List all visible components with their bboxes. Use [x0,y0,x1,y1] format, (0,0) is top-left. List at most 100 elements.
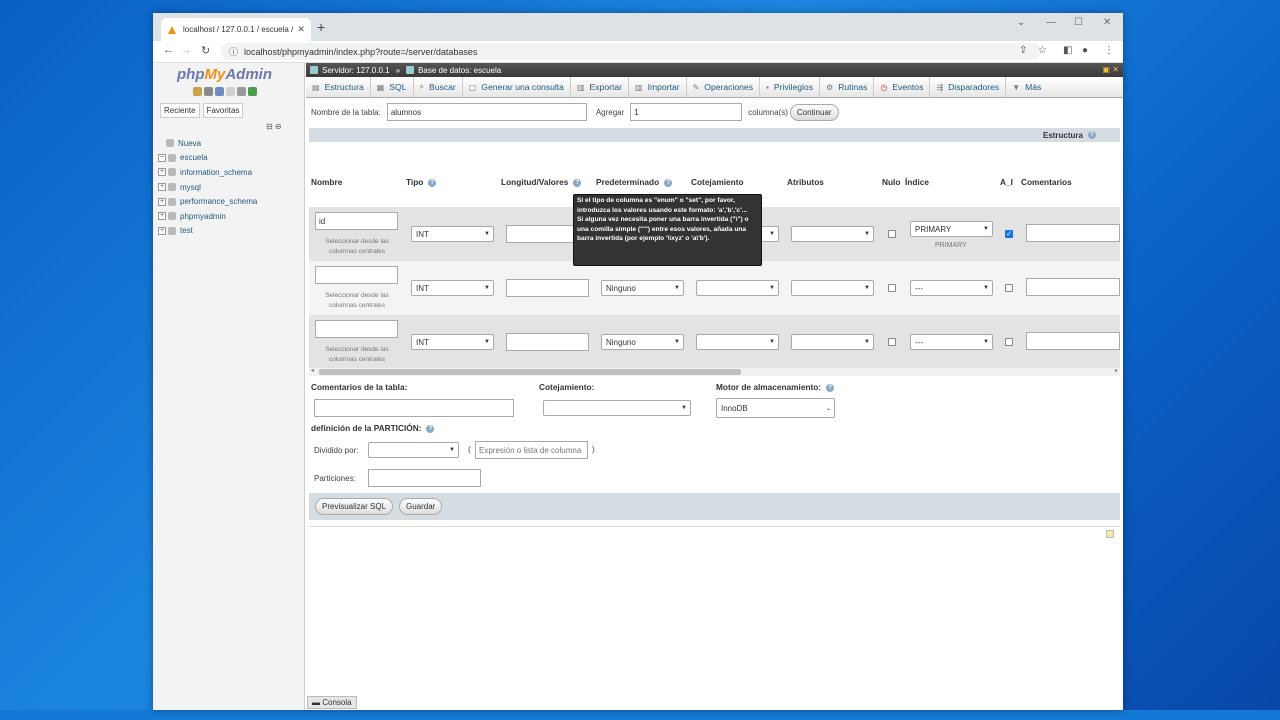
tab-routines[interactable]: ⚙ Rutinas [820,76,875,98]
home-icon[interactable] [193,87,202,96]
central-columns-link[interactable]: Seleccionar desde las columnas centrales [315,237,399,256]
partitions-input[interactable] [368,469,481,487]
preview-sql-button[interactable]: Previsualizar SQL [315,498,394,515]
side-panel-icon[interactable]: ◧ [1063,45,1072,56]
menu-icon[interactable]: ⋮ [1104,45,1114,56]
comments-input[interactable] [1026,224,1120,242]
index-select[interactable]: --- ▼ [910,334,993,350]
tree-item-new[interactable]: Nueva [166,136,257,151]
help-icon[interactable] [215,87,224,96]
share-icon[interactable]: ⇪ [1019,45,1027,56]
save-button[interactable]: Guardar [399,498,443,515]
collapse-all-icon[interactable]: ⊟ ⊖ [266,122,282,131]
tab-more[interactable]: ▼ Más [1006,77,1047,98]
auto-increment-checkbox[interactable] [1005,338,1013,346]
default-select[interactable]: Ninguno ▼ [601,334,684,350]
scroll-left-icon[interactable]: ◂ [311,367,314,374]
scrollbar-thumb[interactable] [319,369,741,375]
logout-icon[interactable] [204,87,213,96]
length-input[interactable] [506,279,589,297]
settings-icon[interactable] [237,87,246,96]
default-select[interactable]: Ninguno ▼ [601,280,684,296]
index-select[interactable]: --- ▼ [910,280,993,296]
reload-icon[interactable]: ↻ [201,44,210,57]
table-collation-select[interactable]: ▼ [543,400,691,416]
chevron-down-icon[interactable]: ⌄ [1017,17,1025,28]
type-select[interactable]: INT ▼ [411,226,494,242]
central-columns-link[interactable]: Seleccionar desde las columnas centrales [315,345,399,364]
attributes-select[interactable]: ▼ [791,280,874,296]
partition-expression-input[interactable]: Expresión o lista de columna [475,441,588,459]
tab-operations[interactable]: ✎ Operaciones [687,76,760,98]
horizontal-scrollbar[interactable]: ◂ ▸ [309,368,1120,376]
new-tab-icon[interactable]: + [317,19,325,35]
docs-icon[interactable] [226,87,235,96]
profile-icon[interactable]: ● [1082,45,1088,56]
comments-input[interactable] [1026,332,1120,350]
help-icon[interactable]: ? [826,383,835,392]
back-icon[interactable]: ← [163,44,174,56]
tab-query[interactable]: ▢ Generar una consulta [463,76,571,98]
reload-nav-icon[interactable] [248,87,257,96]
tree-item-performance-schema[interactable]: + performance_schema [158,194,257,209]
expand-icon[interactable]: + [158,168,166,177]
table-name-input[interactable]: alumnos [386,103,587,121]
index-select[interactable]: PRIMARY ▼ [910,221,993,237]
field-name-input[interactable] [315,320,398,338]
field-name-input[interactable]: id [315,212,398,230]
tree-item-test[interactable]: + test [158,224,257,239]
auto-increment-checkbox[interactable] [1005,284,1013,292]
console-toggle[interactable]: ▬ Consola [307,696,357,709]
type-select[interactable]: INT ▼ [411,280,494,296]
expand-icon[interactable]: + [158,183,166,192]
site-info-icon[interactable]: ⓘ [229,45,238,58]
null-checkbox[interactable] [888,338,896,346]
forward-icon[interactable]: → [181,44,192,56]
maximize-icon[interactable]: ☐ [1074,17,1083,28]
lock-icon[interactable]: ▣ ✕ [1103,65,1119,74]
add-columns-input[interactable]: 1 [630,103,743,121]
storage-engine-select[interactable]: InnoDB ⌄ [716,398,835,418]
help-icon[interactable]: ? [428,178,437,187]
tab-search[interactable]: ⌕ Buscar [414,76,463,98]
url-field[interactable]: ⓘ localhost/phpmyadmin/index.php?route=/… [221,43,1041,60]
attributes-select[interactable]: ▼ [791,226,874,242]
tab-export[interactable]: ▥ Exportar [571,76,629,98]
phpmyadmin-logo[interactable]: phpMyAdmin [177,66,272,83]
tab-structure[interactable]: ▤ Estructura [306,76,371,98]
star-icon[interactable]: ☆ [1038,45,1047,56]
expand-icon[interactable]: − [158,153,166,162]
null-checkbox[interactable] [888,230,896,238]
tree-item-escuela[interactable]: − escuela [158,151,257,166]
expand-icon[interactable]: + [158,226,166,235]
close-tab-icon[interactable]: ✕ [297,24,305,35]
central-columns-link[interactable]: Seleccionar desde las columnas centrales [315,291,399,310]
notepad-icon[interactable] [1106,530,1114,538]
table-comments-input[interactable] [314,399,514,417]
tab-triggers[interactable]: ⇶ Disparadores [930,76,1007,98]
type-select[interactable]: INT ▼ [411,334,494,350]
browser-tab[interactable]: localhost / 127.0.0.1 / escuela / a ✕ [161,18,311,41]
collation-select[interactable]: ▼ [696,280,779,296]
tab-import[interactable]: ▥ Importar [629,76,687,98]
help-icon[interactable]: ? [1088,131,1096,139]
minimize-icon[interactable]: — [1046,17,1056,28]
tree-item-phpmyadmin[interactable]: + phpmyadmin [158,209,257,224]
tab-favorites[interactable]: Favoritas [202,103,244,118]
comments-input[interactable] [1026,278,1120,296]
collation-select[interactable]: ▼ [696,334,779,350]
help-icon[interactable]: ? [664,178,673,187]
tab-privileges[interactable]: ▪ Privilegios [760,76,821,98]
tab-recent[interactable]: Reciente [160,103,200,118]
help-icon[interactable]: ? [573,178,582,187]
tree-item-mysql[interactable]: + mysql [158,180,257,195]
length-input[interactable] [506,333,589,351]
null-checkbox[interactable] [888,284,896,292]
help-icon[interactable]: ? [426,424,435,433]
expand-icon[interactable]: + [158,197,166,206]
auto-increment-checkbox[interactable]: ✓ [1005,230,1013,238]
continue-button[interactable]: Continuar [789,103,839,121]
tree-item-information-schema[interactable]: + information_schema [158,165,257,180]
tab-sql[interactable]: ▦ SQL [371,76,414,98]
breadcrumb-server[interactable]: Servidor: 127.0.0.1 [322,66,390,75]
